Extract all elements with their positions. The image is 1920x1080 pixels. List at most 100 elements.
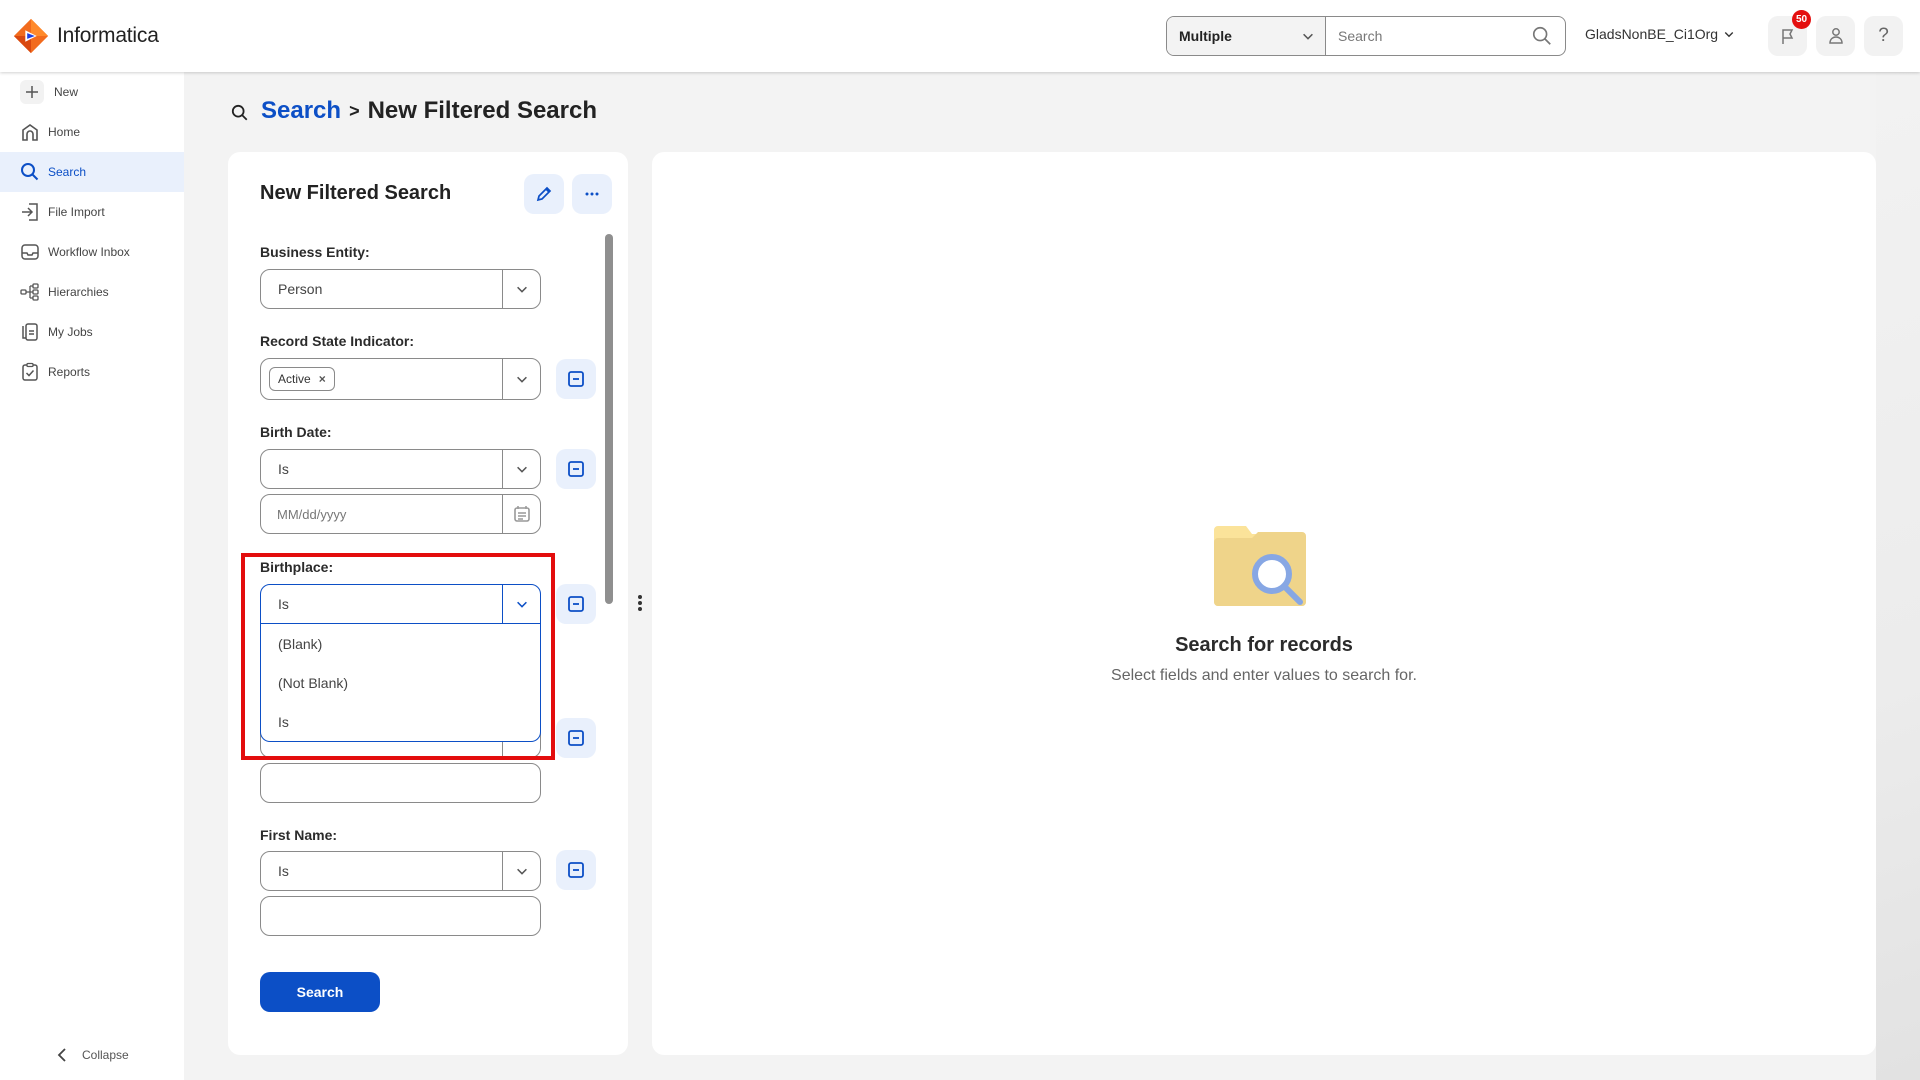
chevron-down-icon [516, 601, 527, 608]
chip-remove-icon[interactable]: × [319, 372, 326, 386]
dropdown-arrow [502, 852, 540, 890]
remove-birth-date-button[interactable] [556, 449, 596, 489]
informatica-logo-icon [13, 18, 49, 54]
help-icon: ? [1878, 25, 1889, 46]
notifications-button[interactable]: 50 [1768, 10, 1811, 56]
folder-search-icon [1214, 526, 1306, 606]
search-button[interactable]: Search [260, 972, 380, 1012]
filter-panel: New Filtered Search Business Entity: Per… [228, 152, 628, 1055]
global-search-input[interactable] [1338, 28, 1531, 44]
filter-panel-title: New Filtered Search [260, 182, 452, 204]
user-icon [1828, 28, 1843, 44]
business-entity-label: Business Entity: [260, 244, 370, 260]
panel-resize-handle[interactable] [637, 595, 643, 611]
sidebar-item-search[interactable]: Search [0, 152, 184, 192]
sidebar-item-hierarchies[interactable]: Hierarchies [0, 272, 184, 312]
record-state-chips: Active × [261, 359, 502, 399]
birth-date-operator-select[interactable]: Is [260, 449, 541, 489]
covered-field-input[interactable] [261, 764, 540, 802]
help-button[interactable]: ? [1864, 16, 1903, 56]
user-profile-button[interactable] [1816, 16, 1855, 56]
panel-scrollbar[interactable] [605, 234, 613, 604]
more-horizontal-icon [585, 192, 599, 196]
first-name-label: First Name: [260, 827, 338, 843]
background-decoration [1876, 72, 1920, 1080]
brand-name: Informatica [57, 24, 159, 47]
remove-covered-field-button[interactable] [556, 718, 596, 758]
first-name-operator-select[interactable]: Is [260, 851, 541, 891]
birthplace-operator-options: (Blank) (Not Blank) Is [260, 624, 541, 742]
reports-icon [22, 362, 38, 381]
first-name-input[interactable] [261, 897, 540, 935]
minus-square-icon [568, 371, 584, 387]
breadcrumb-search-link[interactable]: Search [261, 97, 341, 125]
chevron-down-icon [516, 286, 527, 293]
edit-button[interactable] [524, 174, 564, 214]
minus-square-icon [568, 862, 584, 878]
chevron-down-icon [1303, 33, 1313, 40]
option-blank[interactable]: (Blank) [261, 624, 540, 663]
results-panel: Search for records Select fields and ent… [652, 152, 1876, 1055]
sidebar-item-label: Search [48, 165, 87, 179]
chevron-down-icon [516, 376, 527, 383]
sidebar-item-workflow-inbox[interactable]: Workflow Inbox [0, 232, 184, 272]
birth-date-field [260, 494, 541, 534]
inbox-icon [21, 244, 39, 260]
birthplace-operator-select[interactable]: Is [260, 584, 541, 624]
search-field [1326, 17, 1565, 55]
birthplace-label: Birthplace: [260, 559, 334, 575]
remove-first-name-button[interactable] [556, 850, 596, 890]
sidebar-item-label: Hierarchies [48, 285, 109, 299]
remove-record-state-button[interactable] [556, 359, 596, 399]
sidebar-item-my-jobs[interactable]: My Jobs [0, 312, 184, 352]
sidebar-item-new[interactable]: New [0, 72, 184, 112]
sidebar-item-file-import[interactable]: File Import [0, 192, 184, 232]
org-selector[interactable]: GladsNonBE_Ci1Org [1585, 26, 1735, 42]
chevron-down-icon [516, 868, 527, 875]
search-icon [231, 104, 248, 120]
sidebar-item-label: File Import [48, 205, 105, 219]
search-scope-select[interactable]: Multiple [1167, 17, 1326, 55]
brand-logo[interactable]: Informatica [12, 17, 159, 55]
chevron-down-icon [1724, 32, 1734, 38]
business-entity-value: Person [278, 281, 323, 297]
remove-birthplace-button[interactable] [556, 584, 596, 624]
collapse-sidebar-button[interactable]: Collapse [56, 1048, 129, 1062]
calendar-icon [513, 506, 530, 522]
sidebar-item-reports[interactable]: Reports [0, 352, 184, 392]
handle-dot [638, 601, 642, 605]
sidebar-item-label: Home [48, 125, 81, 139]
dropdown-arrow [502, 270, 540, 308]
sidebar-item-home[interactable]: Home [0, 112, 184, 152]
minus-square-icon [568, 461, 584, 477]
home-icon [22, 124, 38, 141]
top-header: Informatica Multiple GladsNonBE_Ci1Org 5… [0, 0, 1920, 72]
option-is[interactable]: Is [261, 702, 540, 741]
sidebar-item-label: Reports [48, 365, 91, 379]
jobs-icon [22, 323, 38, 341]
sidebar: New Home Search File Import Workflow Inb… [0, 72, 184, 1080]
sidebar-item-label: Workflow Inbox [48, 245, 130, 259]
option-not-blank[interactable]: (Not Blank) [261, 663, 540, 702]
dropdown-arrow [502, 450, 540, 488]
dropdown-arrow [502, 585, 540, 623]
birth-date-input[interactable] [261, 495, 502, 533]
calendar-button[interactable] [502, 495, 540, 533]
flag-icon [1781, 29, 1793, 44]
more-options-button[interactable] [572, 174, 612, 214]
collapse-label: Collapse [82, 1048, 129, 1062]
first-name-operator-value: Is [278, 863, 289, 879]
handle-dot [638, 595, 642, 599]
breadcrumb-separator: > [349, 100, 360, 121]
empty-state: Search for records Select fields and ent… [652, 524, 1876, 685]
search-scope-value: Multiple [1179, 28, 1232, 44]
business-entity-select[interactable]: Person [260, 269, 541, 309]
birthplace-operator-value: Is [278, 596, 289, 612]
chevron-left-icon [57, 1048, 66, 1062]
search-icon[interactable] [1531, 25, 1553, 47]
minus-square-icon [568, 730, 584, 746]
record-state-label: Record State Indicator: [260, 333, 415, 349]
plus-icon [26, 86, 38, 98]
record-state-select[interactable]: Active × [260, 358, 541, 400]
covered-field-value [260, 763, 541, 803]
